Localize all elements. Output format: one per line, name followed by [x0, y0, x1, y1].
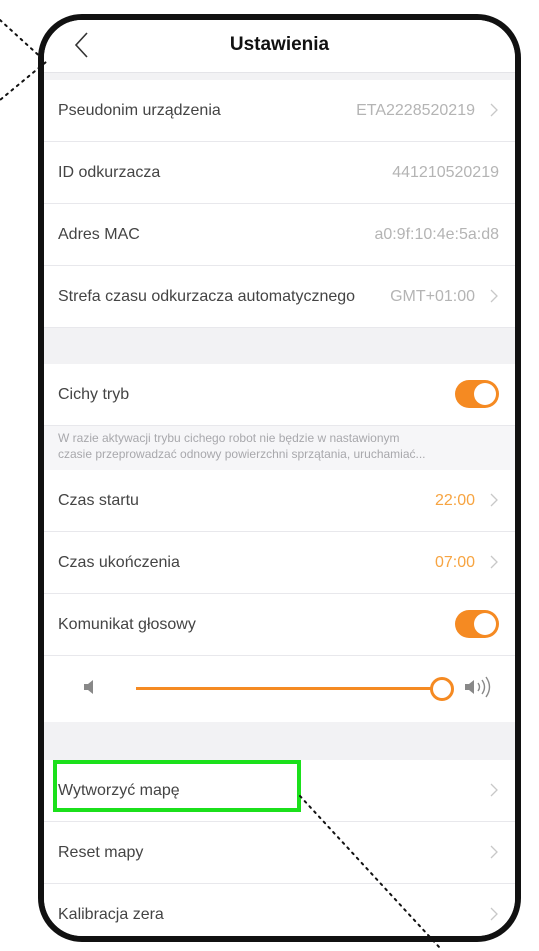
- quiet-mode-toggle[interactable]: [455, 380, 499, 408]
- volume-slider-track[interactable]: [136, 687, 442, 690]
- quiet-mode-note-line2: czasie przeprowadzać odnowy powierzchni …: [58, 447, 426, 461]
- vacuum-id-row: ID odkurzacza 441210520219: [44, 142, 515, 204]
- chevron-right-icon: [490, 103, 498, 117]
- chevron-right-icon: [490, 845, 498, 859]
- chevron-right-icon: [490, 493, 498, 507]
- start-time-row[interactable]: Czas startu 22:00: [44, 470, 515, 532]
- vacuum-id-label: ID odkurzacza: [58, 164, 161, 181]
- volume-low-icon: [84, 680, 93, 694]
- header: Ustawienia: [44, 20, 515, 73]
- device-nickname-label: Pseudonim urządzenia: [58, 102, 221, 119]
- end-time-label: Czas ukończenia: [58, 554, 180, 571]
- phone-frame: Ustawienia Pseudonim urządzenia ETA22285…: [38, 14, 521, 942]
- reset-map-label: Reset mapy: [58, 844, 144, 861]
- zero-calibration-label: Kalibracja zera: [58, 906, 164, 923]
- end-time-row[interactable]: Czas ukończenia 07:00: [44, 532, 515, 594]
- chevron-right-icon: [490, 783, 498, 797]
- section-gap: [44, 328, 515, 364]
- reset-map-row[interactable]: Reset mapy: [44, 822, 515, 884]
- timezone-value: GMT+01:00: [390, 288, 475, 305]
- volume-slider-row: [44, 656, 515, 723]
- device-nickname-row[interactable]: Pseudonim urządzenia ETA2228520219: [44, 80, 515, 142]
- vacuum-id-value: 441210520219: [392, 164, 499, 181]
- start-time-label: Czas startu: [58, 492, 139, 509]
- voice-prompt-toggle[interactable]: [455, 610, 499, 638]
- voice-prompt-label: Komunikat głosowy: [58, 616, 196, 633]
- quiet-mode-row: Cichy tryb: [44, 364, 515, 426]
- start-time-value: 22:00: [434, 492, 475, 509]
- voice-prompt-row: Komunikat głosowy: [44, 594, 515, 656]
- toggle-knob: [474, 613, 496, 635]
- create-map-highlight-box: [53, 760, 301, 812]
- section-gap: [44, 722, 515, 760]
- mac-address-value: a0:9f:10:4e:5a:d8: [374, 226, 499, 243]
- chevron-right-icon: [490, 289, 498, 303]
- timezone-label: Strefa czasu odkurzacza automatycznego: [58, 288, 356, 305]
- volume-high-icon: [465, 676, 491, 698]
- settings-screen: Ustawienia Pseudonim urządzenia ETA22285…: [44, 20, 515, 936]
- page-title: Ustawienia: [229, 34, 330, 55]
- device-nickname-value: ETA2228520219: [356, 102, 475, 119]
- mac-address-row: Adres MAC a0:9f:10:4e:5a:d8: [44, 204, 515, 266]
- end-time-value: 07:00: [434, 554, 475, 571]
- chevron-right-icon: [490, 555, 498, 569]
- quiet-mode-note-line1: W razie aktywacji trybu cichego robot ni…: [58, 431, 400, 445]
- quiet-mode-note: W razie aktywacji trybu cichego robot ni…: [44, 426, 515, 470]
- chevron-right-icon: [490, 907, 498, 921]
- volume-slider-thumb[interactable]: [430, 677, 454, 701]
- mac-address-label: Adres MAC: [58, 226, 140, 243]
- timezone-row[interactable]: Strefa czasu odkurzacza automatycznego G…: [44, 266, 515, 328]
- quiet-mode-label: Cichy tryb: [58, 386, 130, 403]
- toggle-knob: [474, 383, 496, 405]
- zero-calibration-row[interactable]: Kalibracja zera: [44, 884, 515, 936]
